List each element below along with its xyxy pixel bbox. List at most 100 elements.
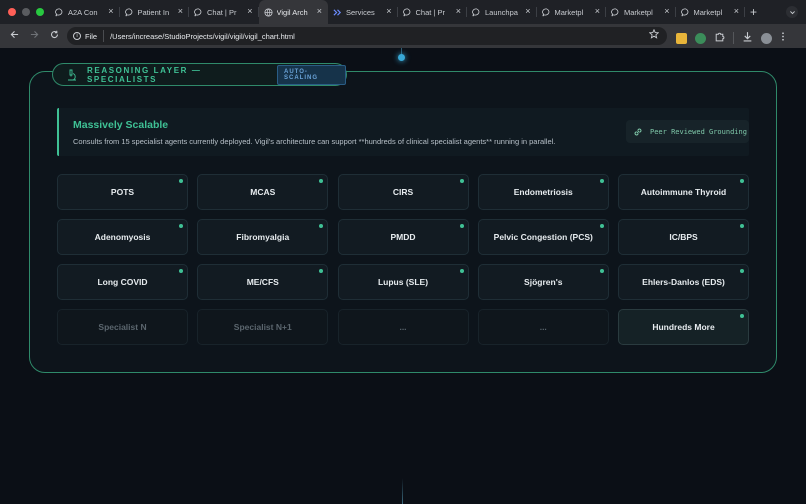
forward-button[interactable] [24, 30, 44, 42]
specialist-label: MCAS [250, 187, 276, 197]
status-dot [179, 269, 183, 273]
tab-close-button[interactable]: × [595, 7, 600, 16]
profile-avatar[interactable] [761, 32, 772, 44]
tab-close-button[interactable]: × [247, 7, 252, 16]
hundreds-more-card[interactable]: Hundreds More [618, 309, 749, 345]
tab-title: A2A Con [68, 7, 98, 17]
tab-close-button[interactable]: × [317, 7, 322, 16]
extensions-area [676, 29, 786, 47]
specialist-card[interactable]: IC/BPS [618, 219, 749, 255]
status-dot [740, 179, 744, 183]
tab-title: Chat | Pr [415, 7, 445, 17]
window-controls [0, 8, 50, 16]
download-icon[interactable] [742, 29, 753, 47]
minimize-window-button[interactable] [22, 8, 30, 16]
specialist-card[interactable]: Fibromyalgia [197, 219, 329, 255]
maximize-window-button[interactable] [36, 8, 44, 16]
banner-title: Massively Scalable [73, 119, 169, 131]
tab-title: Marketpl [693, 7, 723, 17]
browser-tab[interactable]: Chat | Pr × [398, 0, 468, 24]
browser-tab[interactable]: Patient In × [120, 0, 190, 24]
chat-bubble-icon [680, 7, 690, 17]
specialist-label: Fibromyalgia [236, 232, 290, 242]
extensions-puzzle-icon[interactable] [714, 29, 725, 47]
specialist-placeholder-card: Specialist N [57, 309, 188, 345]
tab-close-button[interactable]: × [108, 7, 113, 16]
tab-close-button[interactable]: × [525, 7, 530, 16]
specialist-label: ... [539, 322, 547, 332]
specialist-label: Pelvic Congestion (PCS) [493, 232, 593, 242]
tab-title: Marketpl [554, 7, 584, 17]
chat-bubble-icon [55, 7, 64, 17]
browser-tab[interactable]: Vigil Arch × [258, 0, 328, 24]
close-window-button[interactable] [8, 8, 16, 16]
specialist-label: Ehlers-Danlos (EDS) [642, 277, 725, 287]
status-dot [459, 224, 464, 228]
specialist-card[interactable]: Long COVID [57, 264, 188, 300]
tab-close-button[interactable]: × [734, 7, 739, 16]
site-info-label: File [85, 31, 98, 41]
specialist-label: ME/CFS [246, 277, 279, 287]
panel-title: REASONING LAYER — SPECIALISTS [87, 65, 202, 84]
tab-close-button[interactable]: × [178, 7, 183, 16]
address-bar[interactable]: i File /Users/increase/StudioProjects/vi… [67, 27, 667, 45]
browser-tab[interactable]: Chat | Pr × [189, 0, 259, 24]
tab-title: Vigil Arch [276, 7, 308, 17]
specialist-label: Specialist N [98, 322, 147, 332]
specialist-card[interactable]: Pelvic Congestion (PCS) [477, 219, 609, 255]
specialist-card[interactable]: POTS [57, 174, 188, 210]
browser-tab[interactable]: A2A Con × [50, 0, 120, 24]
reload-button[interactable] [44, 30, 64, 42]
tab-search-button[interactable] [786, 6, 798, 18]
tab-close-button[interactable]: × [664, 7, 669, 16]
site-info-chip[interactable]: i File [73, 30, 105, 42]
tab-title: Patient In [137, 7, 170, 17]
specialist-label: Adenomyosis [94, 232, 151, 242]
new-tab-button[interactable]: + [750, 5, 757, 19]
status-dot [599, 269, 604, 273]
chat-bubble-icon [124, 7, 134, 17]
status-dot [740, 224, 744, 228]
status-dot [319, 179, 324, 183]
tab-strip: A2A Con × Patient In × Chat | Pr × Vigil Arch ×… [50, 0, 745, 24]
specialist-label: ... [399, 322, 407, 332]
specialist-card[interactable]: CIRS [337, 174, 469, 210]
browser-tab[interactable]: Marketpl × [606, 0, 676, 24]
browser-tab[interactable]: Marketpl × [537, 0, 607, 24]
specialist-card[interactable]: MCAS [197, 174, 329, 210]
extension-green-icon[interactable] [695, 32, 706, 44]
status-dot [459, 179, 464, 183]
specialist-card[interactable]: PMDD [337, 219, 469, 255]
chevron-down-icon [789, 10, 795, 14]
specialist-label: Specialist N+1 [233, 322, 292, 332]
specialist-label: Sjögren's [524, 277, 563, 287]
reload-icon [50, 30, 58, 38]
url-text[interactable]: /Users/increase/StudioProjects/vigil/vig… [110, 32, 295, 41]
bookmark-star-icon[interactable] [648, 28, 660, 42]
back-button[interactable] [4, 30, 24, 42]
specialist-card[interactable]: ME/CFS [197, 264, 329, 300]
specialist-card[interactable]: Autoimmune Thyroid [618, 174, 749, 210]
specialist-card[interactable]: Ehlers-Danlos (EDS) [618, 264, 749, 300]
status-dot [459, 269, 464, 273]
tab-close-button[interactable]: × [386, 7, 391, 16]
browser-tab[interactable]: Services × [328, 0, 398, 24]
peer-reviewed-grounding-button[interactable]: Peer Reviewed Grounding [626, 120, 749, 143]
specialist-label: Hundreds More [652, 322, 715, 332]
tab-title: Chat | Pr [207, 7, 237, 17]
status-dot [179, 224, 183, 228]
browser-tab[interactable]: Launchpa × [467, 0, 537, 24]
specialist-card[interactable]: Lupus (SLE) [337, 264, 469, 300]
tab-close-button[interactable]: × [456, 7, 461, 16]
more-menu-icon[interactable] [780, 29, 786, 47]
globe-icon [263, 7, 273, 17]
specialist-label: Autoimmune Thyroid [640, 187, 727, 197]
specialist-card[interactable]: Endometriosis [477, 174, 609, 210]
specialist-card[interactable]: Sjögren's [477, 264, 609, 300]
extension-yellow-icon[interactable] [676, 32, 687, 44]
browser-tab[interactable]: Marketpl × [676, 0, 746, 24]
arrow-left-icon [10, 30, 18, 39]
toolbar-divider [733, 32, 734, 44]
specialist-card[interactable]: Adenomyosis [57, 219, 188, 255]
specialist-placeholder-card: ... [337, 309, 469, 345]
